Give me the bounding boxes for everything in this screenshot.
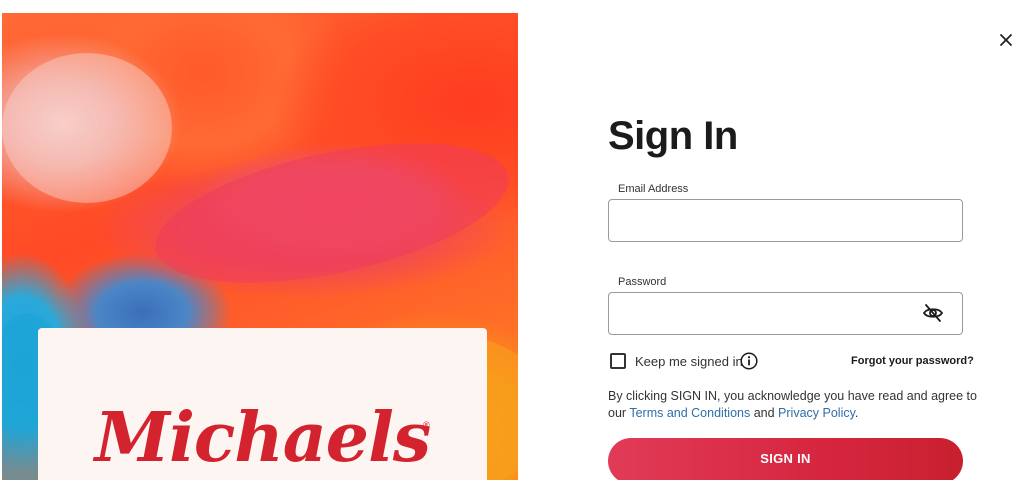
keep-signed-in-info-button[interactable]	[740, 352, 758, 370]
page-title: Sign In	[608, 114, 738, 158]
close-button[interactable]	[996, 30, 1016, 50]
paint-stroke	[2, 53, 172, 203]
terms-link[interactable]: Terms and Conditions	[629, 406, 750, 420]
sign-in-button[interactable]: SIGN IN	[608, 438, 963, 480]
legal-and: and	[750, 406, 779, 420]
keep-signed-in-checkbox[interactable]	[610, 353, 626, 369]
logo-card: Michaels ®	[38, 328, 487, 480]
michaels-logo: Michaels	[94, 398, 431, 478]
hero-art-panel: Michaels ®	[2, 13, 518, 480]
privacy-policy-link[interactable]: Privacy Policy	[778, 406, 855, 420]
close-icon	[1000, 34, 1012, 46]
eye-slash-icon	[922, 304, 944, 322]
email-field[interactable]	[608, 199, 963, 242]
password-label: Password	[618, 276, 667, 288]
info-icon	[740, 352, 758, 370]
forgot-password-link[interactable]: Forgot your password?	[851, 355, 974, 367]
paint-stroke	[143, 116, 518, 310]
email-label: Email Address	[618, 183, 689, 195]
keep-signed-in-label[interactable]: Keep me signed in	[635, 354, 743, 369]
legal-notice: By clicking SIGN IN, you acknowledge you…	[608, 388, 978, 422]
toggle-password-visibility-button[interactable]	[922, 302, 944, 324]
password-field[interactable]	[608, 292, 963, 335]
registered-mark: ®	[423, 420, 430, 430]
legal-suffix: .	[854, 406, 859, 420]
